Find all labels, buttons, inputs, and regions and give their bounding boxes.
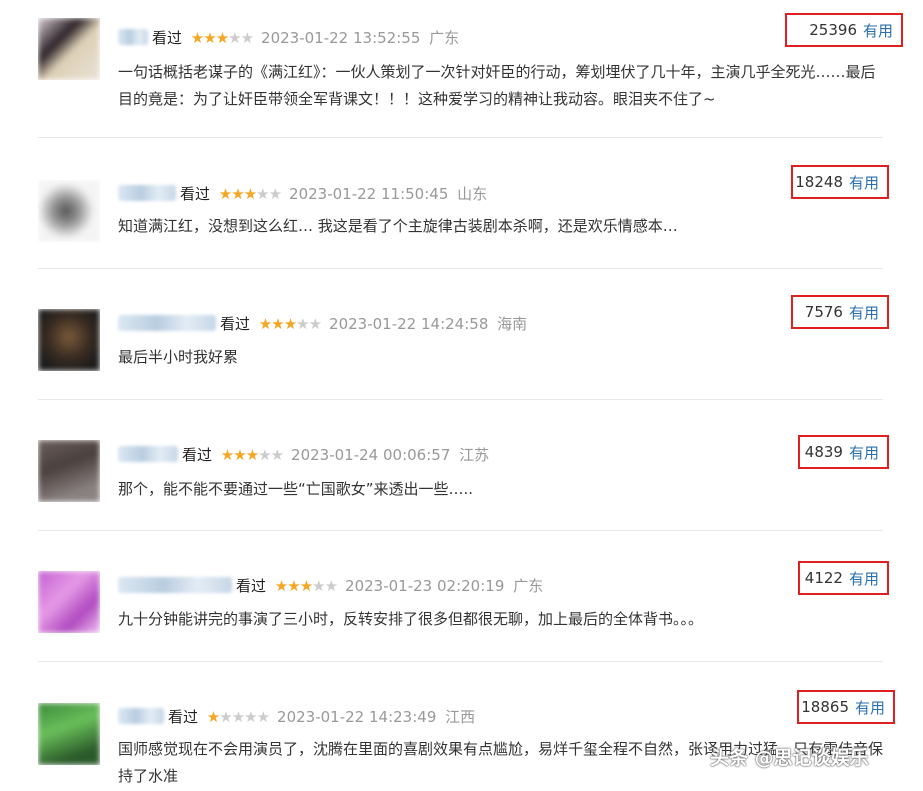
review-meta: 看过 ★★★★★ 2023-01-22 11:50:45 山东 bbox=[118, 184, 487, 204]
review-content: 九十分钟能讲完的事演了三小时，反转安排了很多但都很无聊，加上最后的全体背书。。。 bbox=[118, 610, 704, 628]
username[interactable] bbox=[118, 708, 164, 724]
vote-count: 4122 bbox=[804, 569, 843, 587]
vote-box: 25396 有用 bbox=[785, 13, 903, 47]
review-content: 一句话概括老谋子的《满江红》：一伙人策划了一次针对奸臣的行动，筹划埋伏了几十年，… bbox=[118, 63, 876, 108]
review-location: 山东 bbox=[457, 185, 488, 203]
watermark-text: 头条 @思记谈娱乐 bbox=[710, 747, 869, 769]
rating-stars: ★★★★★ bbox=[218, 185, 282, 203]
divider bbox=[38, 661, 883, 662]
vote-box: 18248 有用 bbox=[791, 165, 889, 199]
useful-button[interactable]: 有用 bbox=[849, 568, 879, 589]
useful-button[interactable]: 有用 bbox=[849, 302, 879, 323]
review-location: 海南 bbox=[497, 315, 528, 333]
avatar[interactable] bbox=[38, 703, 100, 765]
divider bbox=[38, 137, 883, 138]
review-content: 那个，能不能不要通过一些“亡国歌女”来透出一些….. bbox=[118, 480, 474, 498]
review-time: 2023-01-24 00:06:57 bbox=[291, 446, 451, 464]
username[interactable] bbox=[118, 185, 176, 201]
useful-button[interactable]: 有用 bbox=[849, 172, 879, 193]
review-location: 江苏 bbox=[459, 446, 490, 464]
username[interactable] bbox=[118, 315, 216, 331]
vote-box: 4122 有用 bbox=[798, 561, 889, 595]
review-time: 2023-01-22 14:23:49 bbox=[277, 708, 437, 726]
vote-count: 4839 bbox=[804, 443, 843, 461]
review-content: 知道满江红，没想到这么红… 我这是看了个主旋律古装剧本杀啊，还是欢乐情感本… bbox=[118, 217, 678, 235]
watched-label: 看过 bbox=[236, 577, 267, 595]
review-location: 广东 bbox=[513, 577, 544, 595]
watched-label: 看过 bbox=[220, 315, 251, 333]
review-time: 2023-01-22 14:24:58 bbox=[329, 315, 489, 333]
rating-stars: ★★★★★ bbox=[274, 577, 338, 595]
vote-count: 25396 bbox=[809, 21, 857, 39]
divider bbox=[38, 530, 883, 531]
username[interactable] bbox=[118, 577, 232, 593]
review-meta: 看过 ★★★★★ 2023-01-22 14:23:49 江西 bbox=[118, 707, 475, 727]
review-time: 2023-01-22 11:50:45 bbox=[289, 185, 449, 203]
review-time: 2023-01-23 02:20:19 bbox=[345, 577, 505, 595]
vote-count: 18865 bbox=[801, 698, 849, 716]
avatar[interactable] bbox=[38, 18, 100, 80]
review-meta: 看过 ★★★★★ 2023-01-23 02:20:19 广东 bbox=[118, 576, 543, 596]
divider bbox=[38, 399, 883, 400]
review-location: 广东 bbox=[429, 29, 460, 47]
vote-box: 7576 有用 bbox=[791, 295, 889, 329]
review-time: 2023-01-22 13:52:55 bbox=[261, 29, 421, 47]
rating-stars: ★★★★★ bbox=[190, 29, 254, 47]
avatar[interactable] bbox=[38, 180, 100, 242]
vote-count: 18248 bbox=[795, 173, 843, 191]
review-content: 最后半小时我好累 bbox=[118, 348, 239, 366]
avatar[interactable] bbox=[38, 440, 100, 502]
useful-button[interactable]: 有用 bbox=[863, 20, 893, 41]
rating-stars: ★★★★★ bbox=[220, 446, 284, 464]
divider bbox=[38, 268, 883, 269]
vote-box: 4839 有用 bbox=[798, 435, 889, 469]
review-meta: 看过 ★★★★★ 2023-01-22 14:24:58 海南 bbox=[118, 314, 527, 334]
watched-label: 看过 bbox=[168, 708, 199, 726]
review-meta: 看过 ★★★★★ 2023-01-24 00:06:57 江苏 bbox=[118, 445, 489, 465]
review-meta: 看过 ★★★★★ 2023-01-22 13:52:55 广东 bbox=[118, 28, 459, 48]
avatar[interactable] bbox=[38, 309, 100, 371]
watched-label: 看过 bbox=[152, 29, 183, 47]
vote-count: 7576 bbox=[804, 303, 843, 321]
useful-button[interactable]: 有用 bbox=[849, 442, 879, 463]
vote-box: 18865 有用 bbox=[797, 690, 895, 724]
username[interactable] bbox=[118, 29, 148, 45]
watched-label: 看过 bbox=[182, 446, 213, 464]
username[interactable] bbox=[118, 446, 178, 462]
rating-stars: ★★★★★ bbox=[206, 708, 270, 726]
avatar[interactable] bbox=[38, 571, 100, 633]
rating-stars: ★★★★★ bbox=[258, 315, 322, 333]
useful-button[interactable]: 有用 bbox=[855, 697, 885, 718]
review-location: 江西 bbox=[445, 708, 476, 726]
watched-label: 看过 bbox=[180, 185, 211, 203]
